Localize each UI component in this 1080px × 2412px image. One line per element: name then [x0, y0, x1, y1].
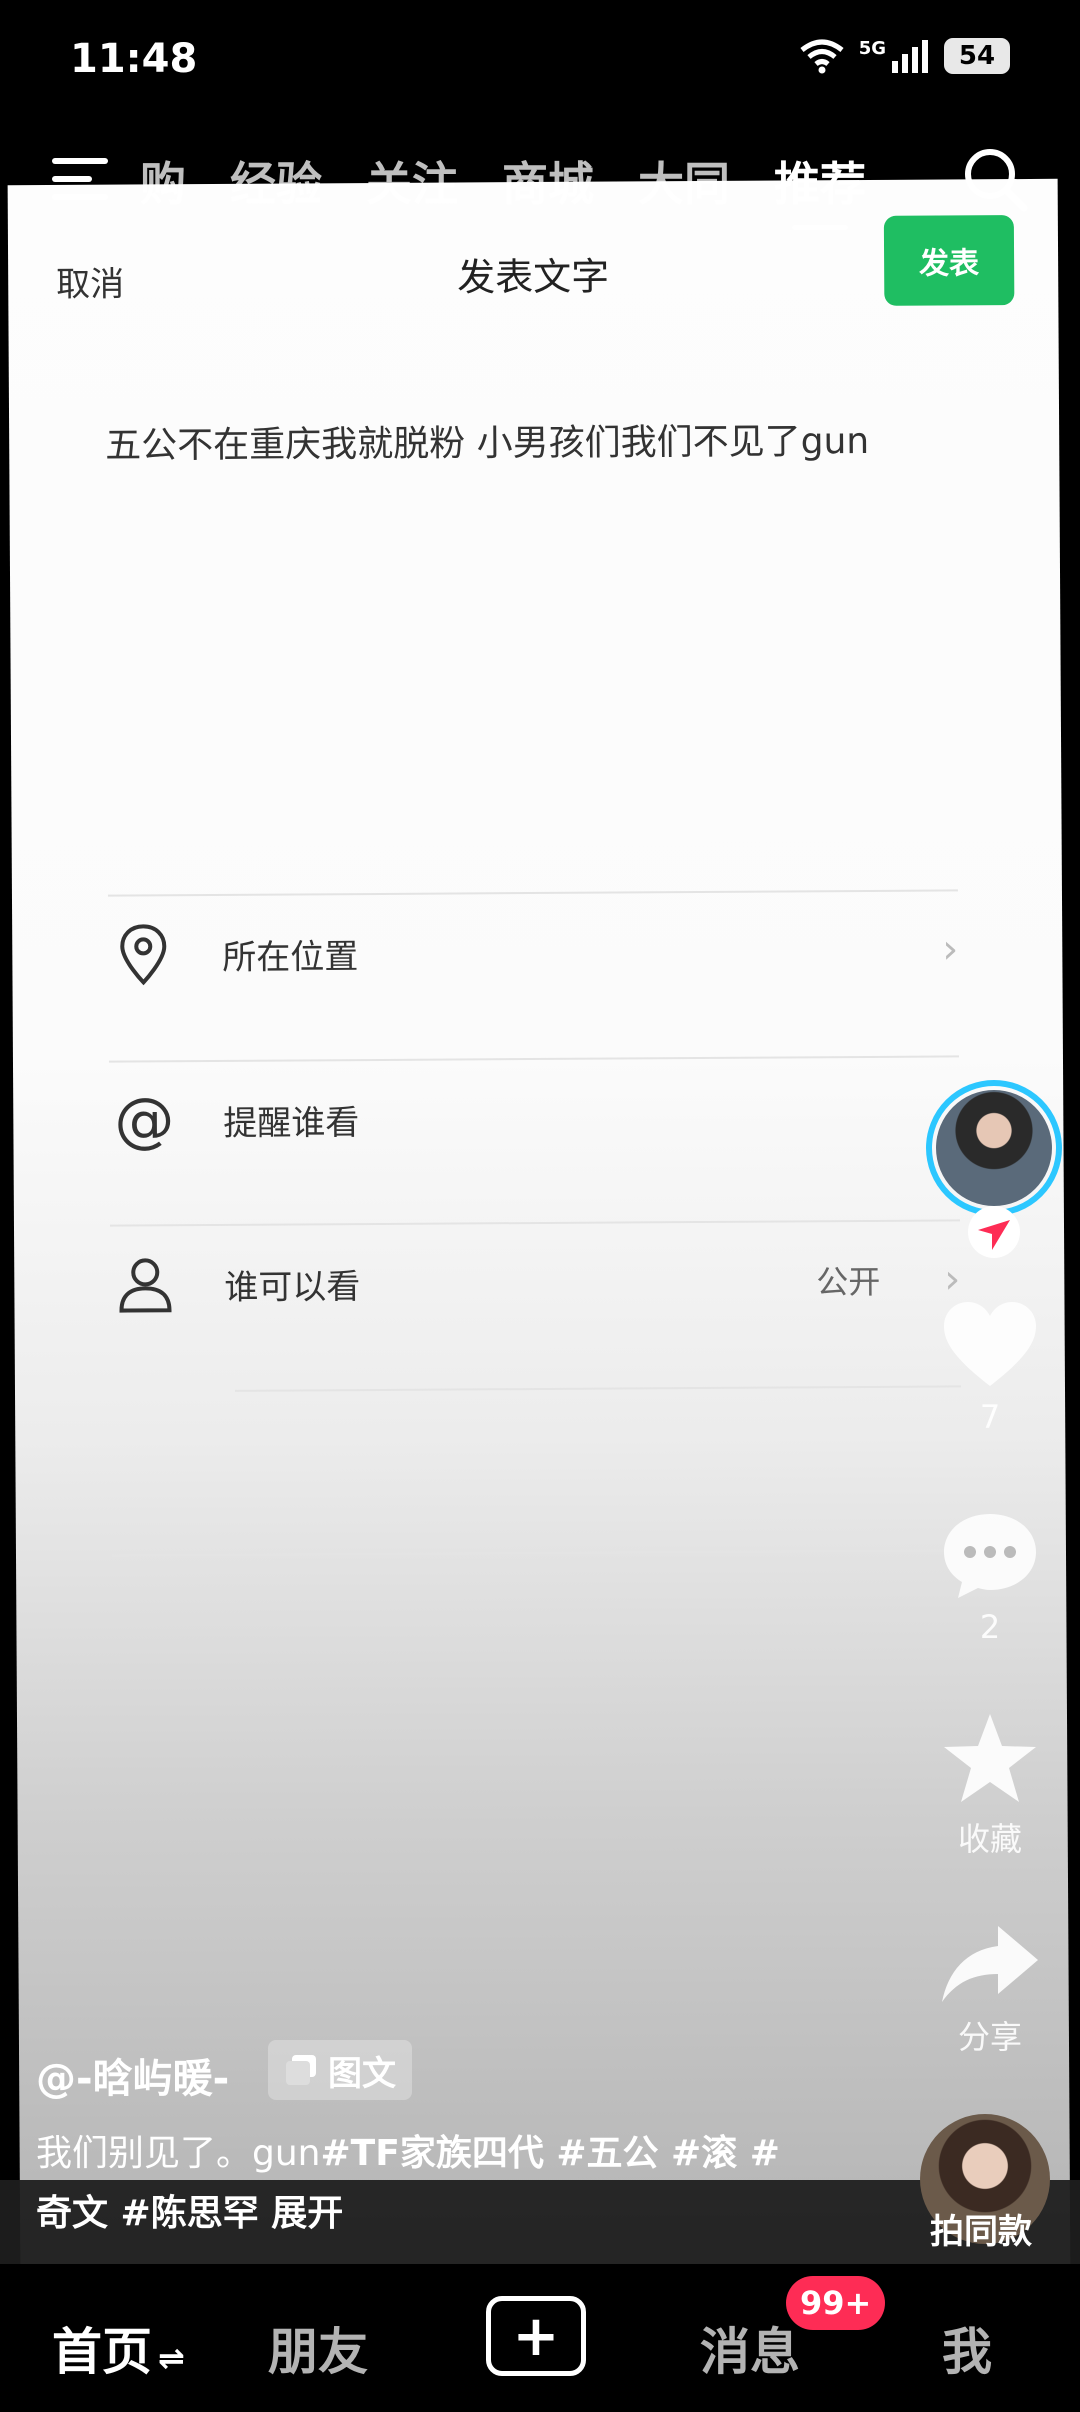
divider [107, 889, 958, 897]
share-label: 分享 [957, 2018, 1022, 2056]
person-icon [110, 1254, 180, 1314]
tab-datong[interactable]: 大同 [638, 148, 730, 214]
like-button[interactable]: 7 [940, 1300, 1040, 1436]
post-body-text: 五公不在重庆我就脱粉 小男孩们我们不见了gun [105, 420, 870, 467]
follow-plus-icon[interactable] [962, 1204, 1026, 1260]
tab-mall[interactable]: 商城 [502, 148, 594, 214]
option-visibility: 谁可以看 公开 › [110, 1229, 961, 1334]
like-count: 7 [979, 1398, 1001, 1436]
nav-home[interactable]: 首页 ⇌ [52, 2312, 185, 2384]
share-button[interactable]: 分享 [940, 1924, 1040, 2058]
comment-button[interactable]: 2 [940, 1510, 1040, 1646]
nav-friends[interactable]: 朋友 [268, 2312, 368, 2384]
divider [108, 1055, 959, 1063]
caption-text: 我们别见了。gun [36, 2133, 321, 2174]
plus-icon: + [512, 2303, 560, 2369]
author-name[interactable]: @-晗屿暖- [36, 2046, 229, 2104]
at-sign-icon: @ [114, 1085, 175, 1156]
create-button[interactable]: + [486, 2296, 586, 2376]
image-text-badge: 图文 [268, 2040, 412, 2100]
visibility-value: 公开 [816, 1262, 881, 1302]
option-location: 所在位置 › [108, 899, 959, 1004]
option-label: 谁可以看 [224, 1266, 361, 1308]
menu-icon[interactable] [50, 154, 110, 204]
wifi-icon [800, 39, 844, 74]
status-time: 11:48 [70, 36, 198, 82]
share-arrow-icon [942, 1926, 1038, 2002]
author-avatar[interactable] [926, 1080, 1062, 1216]
divider [111, 1549, 962, 1557]
tab-experience[interactable]: 经验 [230, 148, 322, 214]
action-rail: 7 2 收藏 分享 [900, 0, 1080, 2300]
comment-bubble-icon [944, 1514, 1036, 1598]
tab-following[interactable]: 关注 [366, 148, 458, 214]
badge-label: 图文 [328, 2053, 396, 2094]
tab-shopping[interactable]: 购 [140, 148, 186, 214]
network-type: 5G [858, 38, 886, 59]
location-pin-icon [108, 922, 178, 986]
nav-home-label: 首页 [52, 2323, 152, 2381]
bottom-nav: 首页 ⇌ 朋友 + 消息 99+ 我 [0, 2264, 1080, 2412]
option-label: 所在位置 [222, 936, 359, 978]
caption-line-2[interactable]: 奇文 #陈思罕 展开 [36, 2184, 343, 2236]
heart-icon [944, 1302, 1036, 1386]
collect-label: 收藏 [957, 1820, 1022, 1858]
collect-button[interactable]: 收藏 [940, 1712, 1040, 1860]
nav-messages[interactable]: 消息 [700, 2312, 800, 2384]
caption-hashtags[interactable]: #TF家族四代 #五公 #滚 # [321, 2133, 780, 2174]
option-label: 提醒谁看 [223, 1102, 360, 1144]
tab-recommend[interactable]: 推荐 [774, 148, 866, 230]
switch-arrows-icon: ⇌ [158, 2339, 185, 2377]
gallery-icon [286, 2055, 316, 2085]
same-style-label[interactable]: 拍同款 [930, 2204, 1032, 2253]
caption-line-1[interactable]: 我们别见了。gun#TF家族四代 #五公 #滚 # [36, 2124, 780, 2176]
divider [234, 1385, 961, 1392]
comment-count: 2 [979, 1608, 1001, 1646]
star-icon [944, 1714, 1036, 1802]
nav-me[interactable]: 我 [942, 2312, 992, 2384]
messages-badge: 99+ [786, 2276, 886, 2330]
divider [109, 1219, 960, 1227]
option-mention: @ 提醒谁看 [109, 1065, 960, 1170]
